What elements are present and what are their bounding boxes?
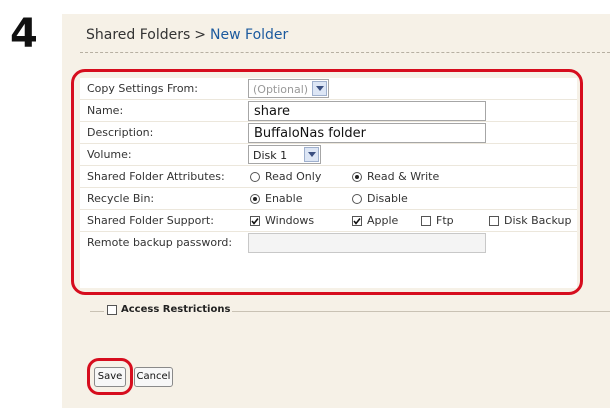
access-divider-left [90,311,104,312]
title-divider [80,52,610,53]
breadcrumb-separator: > [194,27,207,43]
cancel-button[interactable]: Cancel [134,367,173,387]
breadcrumb-parent-link[interactable]: Shared Folders [86,27,190,43]
access-restrictions-label: Access Restrictions [121,304,231,315]
checkbox-unchecked-icon[interactable] [107,305,117,315]
breadcrumb: Shared Folders > New Folder [86,27,288,43]
step-number: 4 [10,11,38,57]
access-divider-right [232,311,610,312]
breadcrumb-current: New Folder [210,27,289,43]
save-highlight-outline [87,358,133,395]
form-highlight-outline [71,69,583,295]
